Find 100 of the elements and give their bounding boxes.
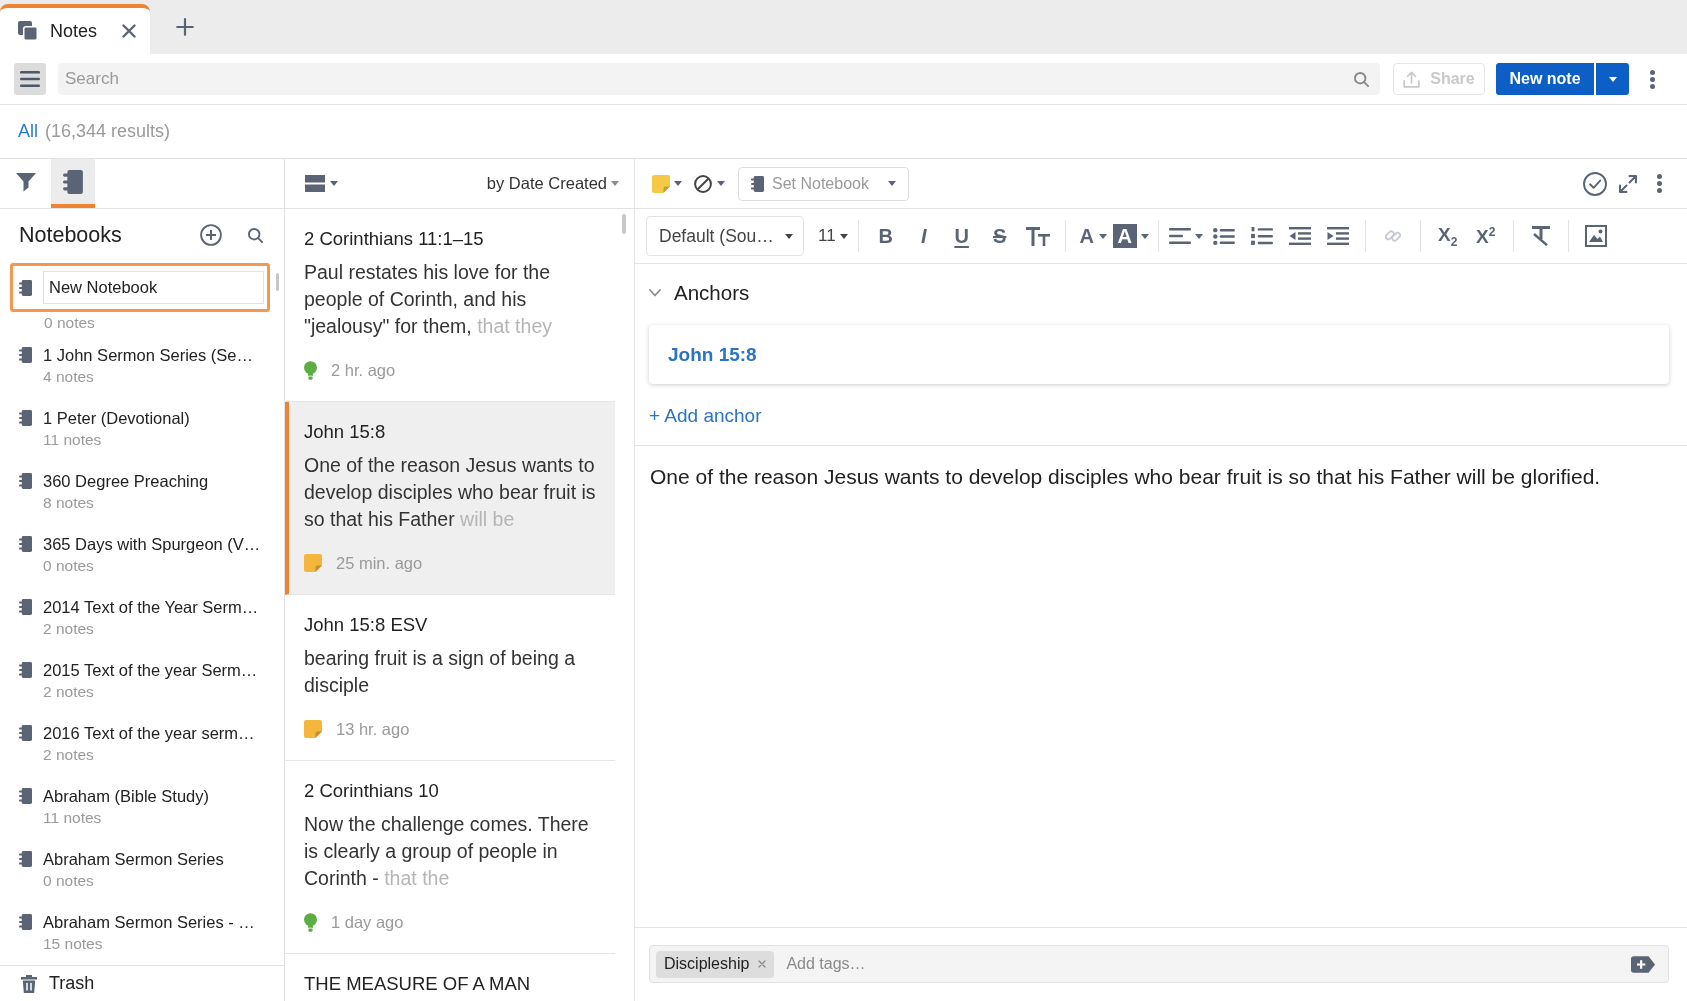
notebook-icon bbox=[19, 662, 32, 678]
notebook-icon bbox=[19, 851, 32, 867]
trash-icon bbox=[21, 974, 37, 993]
align-left-icon[interactable] bbox=[1168, 228, 1191, 244]
note-count: 11 notes bbox=[43, 808, 103, 828]
text-size-icon[interactable] bbox=[1025, 226, 1050, 246]
chevron-down-icon[interactable] bbox=[649, 289, 661, 297]
notebook-name[interactable]: Abraham Sermon Series - … bbox=[43, 911, 255, 933]
indent-icon[interactable] bbox=[1326, 227, 1349, 245]
notebook-icon bbox=[751, 175, 764, 192]
notebook-name[interactable]: 1 Peter (Devotional) bbox=[43, 407, 190, 429]
bold-button[interactable]: B bbox=[877, 224, 894, 248]
note-count: 0 notes bbox=[44, 313, 95, 333]
note-item[interactable]: 2 Corinthians 10 Now the challenge comes. There is clearly a group of people in Corinth - that the 1 day ago bbox=[285, 761, 615, 954]
note-preview: One of the reason Jesus wants to develop disciples who bear fruit is so that his Father will be bbox=[304, 453, 597, 532]
subscript-button[interactable]: X$_{2}$ bbox=[1436, 222, 1459, 250]
more-icon[interactable] bbox=[1657, 174, 1662, 193]
menu-button[interactable] bbox=[14, 63, 46, 95]
note-time: 1 day ago bbox=[331, 912, 404, 932]
caret-icon bbox=[1608, 76, 1617, 82]
notebook-name[interactable]: 2014 Text of the Year Serm… bbox=[43, 596, 259, 618]
close-icon[interactable] bbox=[122, 24, 136, 38]
note-count: 8 notes bbox=[43, 493, 95, 513]
note-body-text: One of the reason Jesus wants to develop disciples who bear fruit is so that his Father will be glorified. bbox=[649, 464, 1602, 490]
add-circle-icon[interactable] bbox=[200, 224, 222, 246]
notebook-name[interactable]: 1 John Sermon Series (Se… bbox=[43, 344, 253, 366]
underline-button[interactable]: U bbox=[953, 224, 970, 248]
notebook-icon bbox=[19, 473, 32, 489]
notebook-name[interactable]: 360 Degree Preaching bbox=[43, 470, 209, 492]
notebook-icon bbox=[19, 725, 32, 741]
ban-icon[interactable] bbox=[694, 174, 712, 193]
notebook-name[interactable]: Abraham Sermon Series bbox=[43, 848, 224, 870]
strikethrough-button[interactable]: S bbox=[992, 224, 1008, 248]
caret-icon bbox=[888, 181, 896, 186]
notebook-name[interactable]: Abraham (Bible Study) bbox=[43, 785, 209, 807]
scope-link[interactable]: All bbox=[18, 121, 38, 142]
anchors-heading: Anchors bbox=[674, 281, 750, 305]
result-count: (16,344 results) bbox=[45, 121, 171, 142]
sticky-note-icon[interactable] bbox=[652, 174, 670, 193]
note-title: THE MEASURE OF A MAN bbox=[304, 972, 532, 996]
clear-format-icon[interactable] bbox=[1529, 226, 1552, 246]
note-count: 0 notes bbox=[43, 556, 95, 576]
expand-icon[interactable] bbox=[1619, 174, 1637, 193]
caret-icon[interactable] bbox=[1140, 233, 1149, 239]
notebook-name[interactable]: 2015 Text of the year Serm… bbox=[43, 659, 258, 681]
upload-icon bbox=[1403, 70, 1421, 88]
note-item[interactable]: John 15:8 ESV bearing fruit is a sign of being a disciple 13 hr. ago bbox=[285, 595, 615, 761]
note-item[interactable]: THE MEASURE OF A MAN bbox=[285, 954, 615, 1001]
caret-icon bbox=[839, 233, 848, 239]
sort-dropdown[interactable]: by Date Created bbox=[486, 174, 619, 193]
scrollbar-thumb[interactable] bbox=[622, 214, 626, 234]
add-anchor-link[interactable]: + Add anchor bbox=[649, 404, 762, 428]
caret-icon[interactable] bbox=[717, 181, 725, 186]
note-preview: Now the challenge comes. There is clearly a group of people in Corinth - that the bbox=[304, 812, 590, 891]
sticky-note-icon bbox=[304, 720, 322, 738]
notebook-name[interactable]: 365 Days with Spurgeon (V… bbox=[43, 533, 261, 555]
font-color-button[interactable]: A bbox=[1078, 224, 1095, 248]
tab[interactable]: Notes bbox=[0, 4, 150, 54]
numbered-list-icon[interactable] bbox=[1250, 226, 1273, 246]
bullet-list-icon[interactable] bbox=[1212, 227, 1235, 245]
lightbulb-icon bbox=[304, 360, 317, 380]
new-note-button[interactable]: New note bbox=[1496, 63, 1594, 95]
note-time: 25 min. ago bbox=[336, 553, 423, 573]
caret-icon[interactable] bbox=[330, 181, 338, 186]
more-icon[interactable] bbox=[1650, 69, 1655, 89]
superscript-button[interactable]: X$^{2}$ bbox=[1474, 223, 1497, 249]
lightbulb-icon bbox=[304, 912, 317, 932]
font-dropdown[interactable]: Default (Sou… bbox=[646, 216, 804, 256]
note-count: 2 notes bbox=[43, 745, 95, 765]
search-icon[interactable] bbox=[248, 227, 263, 243]
notebook-icon bbox=[19, 914, 32, 930]
tags-field[interactable]: Discipleship Add tags… bbox=[649, 945, 1669, 983]
image-icon[interactable] bbox=[1584, 225, 1607, 247]
note-time: 13 hr. ago bbox=[336, 719, 410, 739]
trash-item[interactable]: Trash bbox=[0, 965, 284, 1001]
caret-icon[interactable] bbox=[1098, 233, 1107, 239]
add-tag-icon[interactable] bbox=[1631, 955, 1655, 973]
new-note-menu-button[interactable] bbox=[1596, 63, 1629, 95]
notebooks-heading: Notebooks bbox=[19, 222, 123, 248]
italic-button[interactable]: I bbox=[919, 224, 928, 248]
note-preview: bearing fruit is a sign of being a disciple bbox=[304, 646, 576, 698]
anchor-link[interactable]: John 15:8 bbox=[668, 343, 757, 366]
check-circle-icon[interactable] bbox=[1583, 171, 1607, 196]
notebook-name[interactable]: 2016 Text of the year serm… bbox=[43, 722, 255, 744]
font-size-dropdown[interactable]: 11 bbox=[816, 218, 850, 254]
add-tags-input[interactable]: Add tags… bbox=[784, 950, 1621, 978]
caret-icon[interactable] bbox=[1194, 233, 1203, 239]
notebooks-tab[interactable] bbox=[51, 159, 95, 208]
outdent-icon[interactable] bbox=[1288, 227, 1311, 245]
note-item[interactable]: John 15:8 One of the reason Jesus wants to develop disciples who bear fruit is so that his Father will be 25 min. ago bbox=[285, 402, 615, 595]
notebook-name-field[interactable]: New Notebook bbox=[43, 271, 264, 304]
search-icon[interactable] bbox=[1354, 72, 1369, 87]
scrollbar-thumb[interactable] bbox=[276, 273, 279, 291]
list-view-icon[interactable] bbox=[305, 175, 325, 192]
plus-icon[interactable] bbox=[176, 18, 194, 36]
search-field[interactable]: Search bbox=[58, 63, 1380, 95]
tag[interactable]: Discipleship bbox=[656, 950, 775, 978]
caret-icon[interactable] bbox=[674, 181, 682, 186]
notebook-icon bbox=[63, 169, 83, 194]
highlight-color-button[interactable]: A bbox=[1112, 224, 1137, 248]
